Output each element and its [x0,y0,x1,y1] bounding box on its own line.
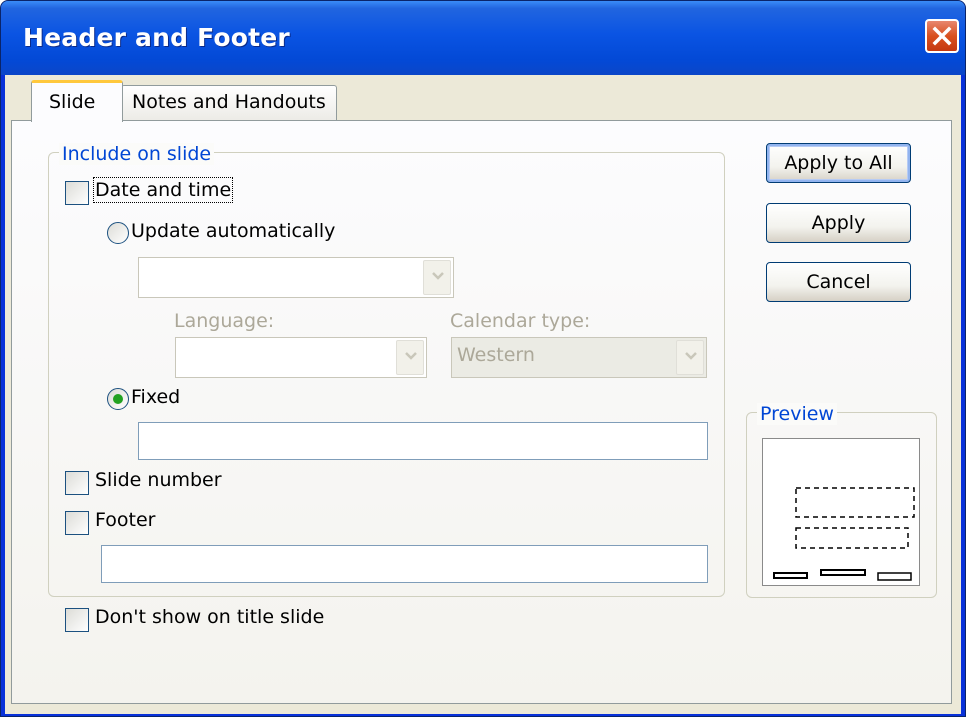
language-label: Language: [174,310,275,332]
preview-legend: Preview [757,403,837,425]
footer-input[interactable] [101,545,708,583]
slide-preview [762,438,920,586]
chevron-down-icon [685,352,697,360]
language-combo[interactable] [175,337,427,378]
language-dropdown-button[interactable] [396,340,424,375]
date-time-text: Date and time [95,179,232,201]
close-button[interactable] [925,19,959,53]
title-bar[interactable]: Header and Footer [1,1,965,75]
apply-to-all-button[interactable]: Apply to All [766,143,911,183]
fixed-label[interactable]: Fixed [131,386,180,408]
dont-show-title-label[interactable]: Don't show on title slide [95,606,324,628]
chevron-down-icon [432,272,444,280]
include-on-slide-legend: Include on slide [59,143,215,165]
dont-show-title-checkbox[interactable] [65,608,89,632]
fixed-radio[interactable] [107,388,129,410]
close-icon [932,26,952,46]
calendar-type-combo[interactable]: Western [451,337,707,378]
footer-checkbox[interactable] [65,511,89,535]
calendar-type-dropdown-button[interactable] [676,340,704,375]
date-time-checkbox[interactable] [65,181,89,205]
cancel-button[interactable]: Cancel [766,262,911,302]
footer-label[interactable]: Footer [95,509,155,531]
slide-preview-layout-icon [773,487,915,581]
dialog-title: Header and Footer [23,23,290,52]
update-automatically-radio[interactable] [107,222,129,244]
slide-tab-panel: Include on slide Date and time Update au… [11,120,952,704]
dialog-client-area: Notes and Handouts Slide Include on slid… [5,75,961,714]
update-automatically-label[interactable]: Update automatically [131,220,335,242]
tab-notes-label: Notes and Handouts [132,91,326,113]
apply-button[interactable]: Apply [766,203,911,243]
date-time-label[interactable]: Date and time [92,177,234,203]
date-format-combo[interactable] [138,257,454,298]
date-format-dropdown-button[interactable] [423,260,451,295]
slide-number-label[interactable]: Slide number [95,469,222,491]
chevron-down-icon [405,352,417,360]
tab-slide-label: Slide [49,91,96,113]
calendar-type-label: Calendar type: [450,310,591,332]
slide-number-checkbox[interactable] [65,471,89,495]
header-footer-dialog: Header and Footer Notes and Handouts Sli… [0,0,966,717]
tab-notes-and-handouts[interactable]: Notes and Handouts [121,85,337,121]
tab-slide[interactable]: Slide [31,80,123,122]
calendar-type-value: Western [457,344,535,366]
fixed-date-input[interactable] [138,422,708,460]
radio-selected-dot [113,394,123,404]
